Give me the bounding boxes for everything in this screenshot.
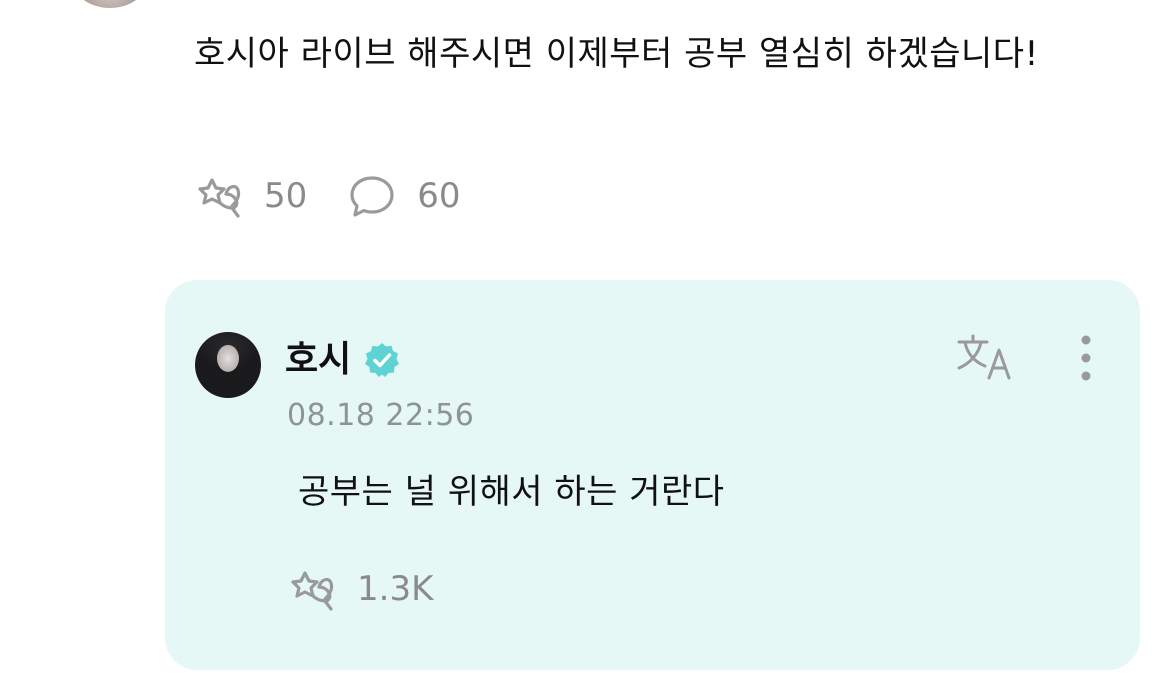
translate-button[interactable] [955, 332, 1019, 384]
post-thread: 호시아 라이브 해주시면 이제부터 공부 열심히 하겠습니다! 50 60 호시… [0, 0, 1170, 685]
post-reaction-button[interactable]: 50 [192, 172, 307, 220]
heart-cheer-icon [285, 565, 337, 613]
reply-author-name[interactable]: 호시 [285, 338, 351, 382]
reply-author-avatar[interactable] [195, 332, 261, 398]
reply-reaction-button[interactable]: 1.3K [285, 565, 433, 613]
reply-reaction-count: 1.3K [357, 569, 434, 609]
more-vertical-icon [1071, 335, 1101, 390]
post-actions: 50 60 [192, 170, 461, 222]
verified-badge-icon [363, 341, 401, 379]
post-body: 호시아 라이브 해주시면 이제부터 공부 열심히 하겠습니다! [194, 34, 1039, 74]
author-avatar[interactable] [70, 0, 150, 8]
reply-timestamp: 08.18 22:56 [287, 398, 475, 433]
translate-icon [955, 334, 1019, 388]
speech-bubble-icon [347, 172, 397, 220]
artist-reply-card: 호시 08.18 22:56 공부는 널 위해서 하는 거란다 1.3K [165, 280, 1140, 670]
reply-actions: 1.3K [285, 563, 433, 615]
post-comment-count: 60 [417, 176, 461, 216]
heart-cheer-icon [192, 172, 244, 220]
reply-body: 공부는 널 위해서 하는 거란다 [298, 472, 725, 512]
post-comment-button[interactable]: 60 [347, 172, 461, 220]
more-options-button[interactable] [1071, 332, 1101, 386]
post-reaction-count: 50 [264, 176, 308, 216]
